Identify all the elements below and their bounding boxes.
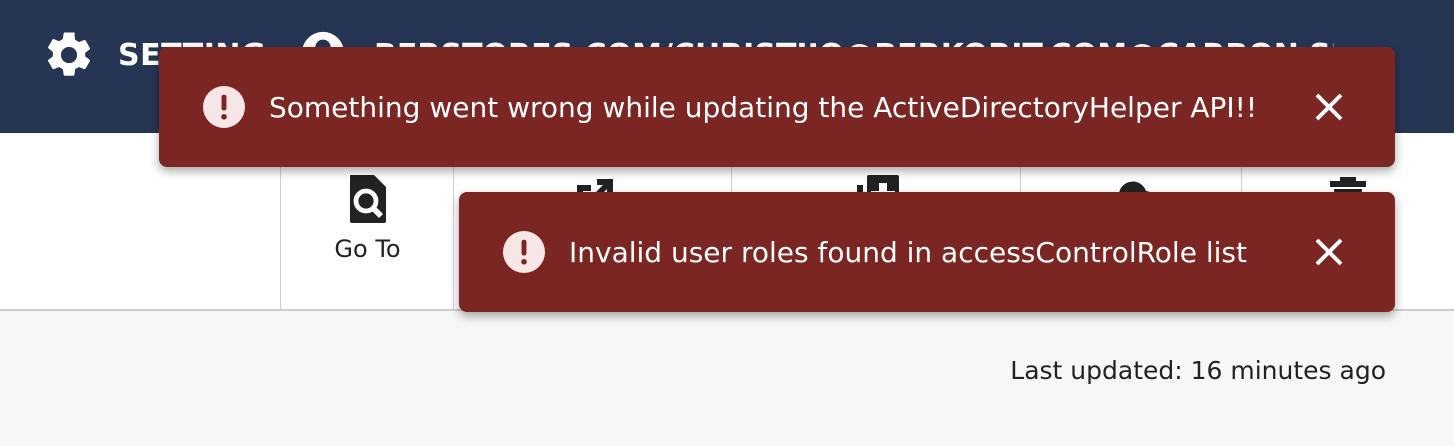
last-updated-text: Last updated: 16 minutes ago — [1010, 356, 1386, 385]
close-icon — [1315, 238, 1343, 266]
error-icon — [203, 86, 245, 128]
error-toast: Something went wrong while updating the … — [159, 47, 1395, 167]
goto-label: Go To — [334, 235, 401, 263]
error-icon — [503, 231, 545, 273]
error-toast: Invalid user roles found in accessContro… — [459, 192, 1395, 312]
toast-message: Something went wrong while updating the … — [269, 90, 1258, 124]
file-search-icon — [349, 175, 386, 223]
close-toast-button[interactable] — [1309, 87, 1349, 127]
toast-message: Invalid user roles found in accessContro… — [569, 235, 1247, 269]
gear-icon[interactable] — [42, 28, 96, 82]
close-icon — [1315, 93, 1343, 121]
close-toast-button[interactable] — [1309, 232, 1349, 272]
